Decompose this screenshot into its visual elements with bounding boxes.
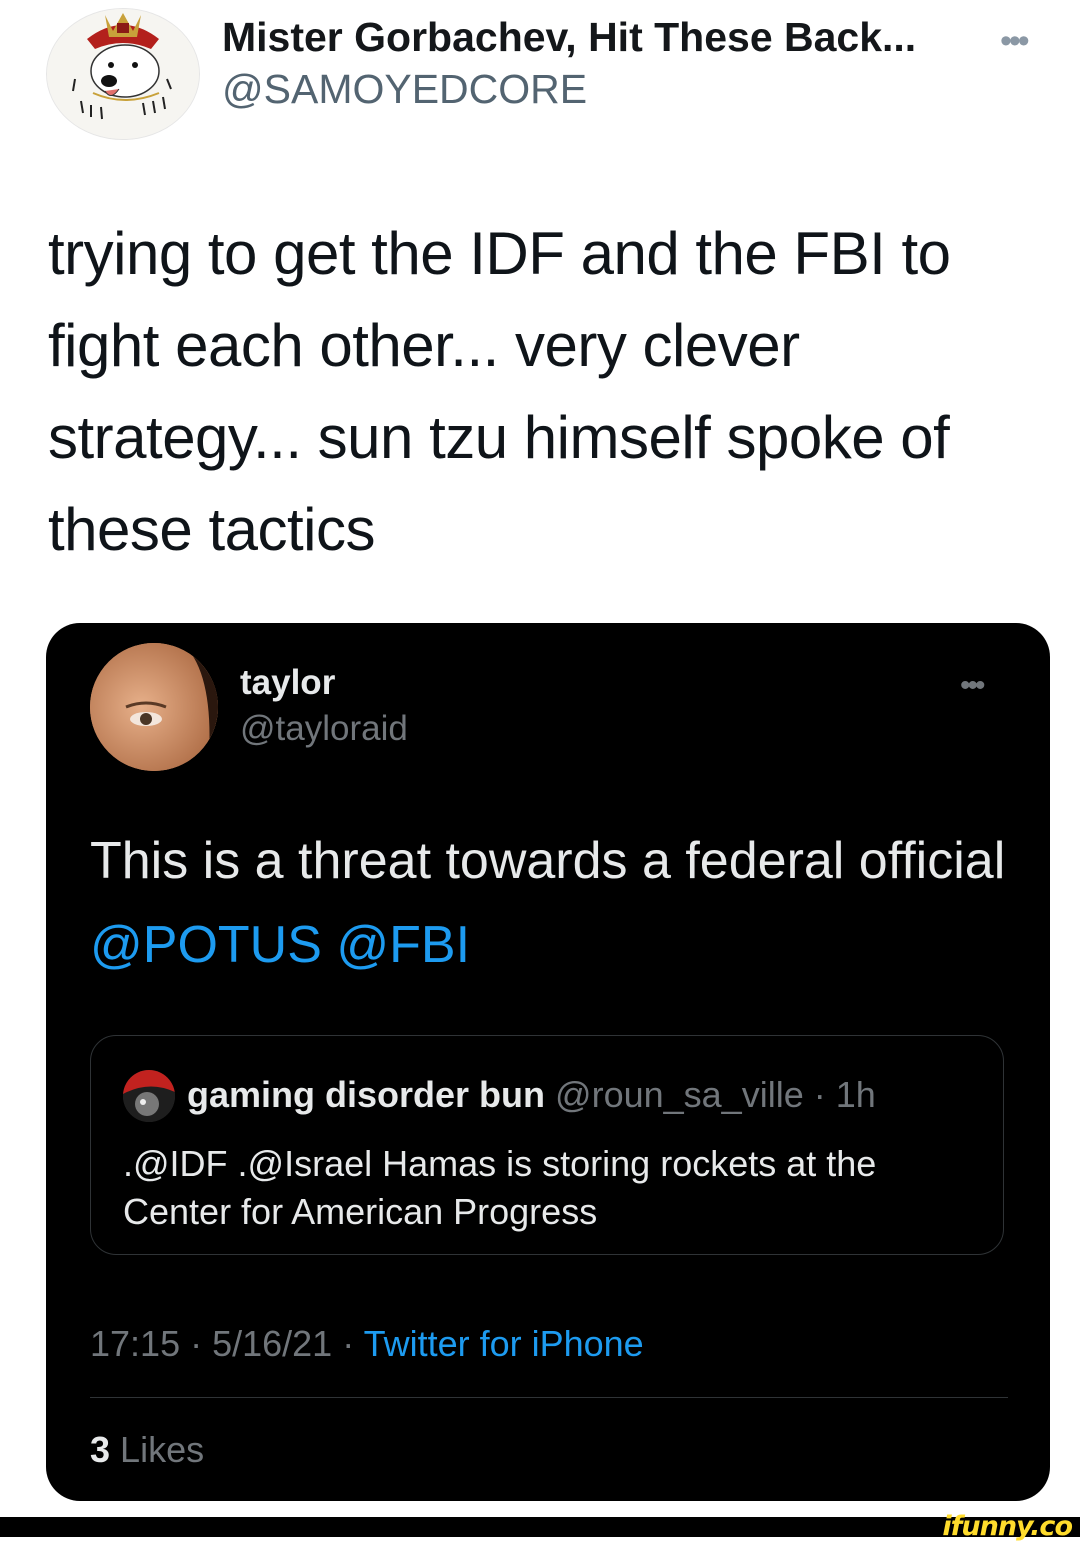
quoted-time: · 1h	[813, 1074, 876, 1115]
ifunny-watermark: ifunny.co	[942, 1511, 1073, 1542]
quoted-display-name[interactable]: gaming disorder bun	[187, 1074, 545, 1115]
face-photo-icon	[90, 643, 218, 771]
outer-handle[interactable]: @SAMOYEDCORE	[222, 66, 587, 113]
mention-fbi[interactable]: @FBI	[336, 916, 470, 974]
mention-potus[interactable]: @POTUS	[90, 916, 322, 974]
tweet-timestamp-line: 17:15 · 5/16/21 · Twitter for iPhone	[90, 1323, 644, 1364]
divider	[90, 1397, 1008, 1398]
likes-label: Likes	[120, 1429, 205, 1470]
quoted-text: .@IDF .@Israel Hamas is storing rockets …	[123, 1143, 877, 1232]
quoted-tweet[interactable]: gaming disorder bun @roun_sa_ville · 1h …	[90, 1035, 1004, 1255]
taylor-avatar[interactable]	[90, 643, 218, 771]
quoted-header: gaming disorder bun @roun_sa_ville · 1h	[187, 1074, 876, 1116]
likes-count[interactable]: 3 Likes	[90, 1429, 204, 1471]
taylor-display-name[interactable]: taylor	[240, 663, 335, 703]
more-dots-icon[interactable]: •••	[960, 669, 985, 703]
likes-number: 3	[90, 1429, 111, 1470]
tweet-date: 5/16/21	[212, 1323, 333, 1364]
tweet-source-link[interactable]: Twitter for iPhone	[364, 1323, 644, 1364]
more-dots-icon[interactable]: •••	[1000, 22, 1030, 61]
embedded-tweet-card[interactable]: taylor @tayloraid ••• This is a threat t…	[46, 623, 1050, 1501]
watermark-bar: ifunny.co	[0, 1511, 1080, 1542]
samoyed-drawing-icon	[47, 9, 199, 139]
outer-tweet-text: trying to get the IDF and the FBI to fig…	[48, 220, 951, 563]
tweet-time: 17:15	[90, 1323, 181, 1364]
quoted-avatar[interactable]	[123, 1070, 175, 1122]
quoted-avatar-icon	[123, 1070, 175, 1122]
quoted-handle[interactable]: @roun_sa_ville	[555, 1074, 804, 1115]
outer-tweet-header: Mister Gorbachev, Hit These Back... @SAM…	[0, 0, 1080, 150]
embedded-tweet-plain-text: This is a threat towards a federal offic…	[90, 832, 1006, 890]
samoyed-avatar[interactable]	[46, 8, 200, 140]
outer-display-name[interactable]: Mister Gorbachev, Hit These Back...	[222, 14, 916, 61]
embedded-tweet-text: This is a threat towards a federal offic…	[90, 819, 1010, 987]
taylor-handle[interactable]: @tayloraid	[240, 709, 408, 749]
